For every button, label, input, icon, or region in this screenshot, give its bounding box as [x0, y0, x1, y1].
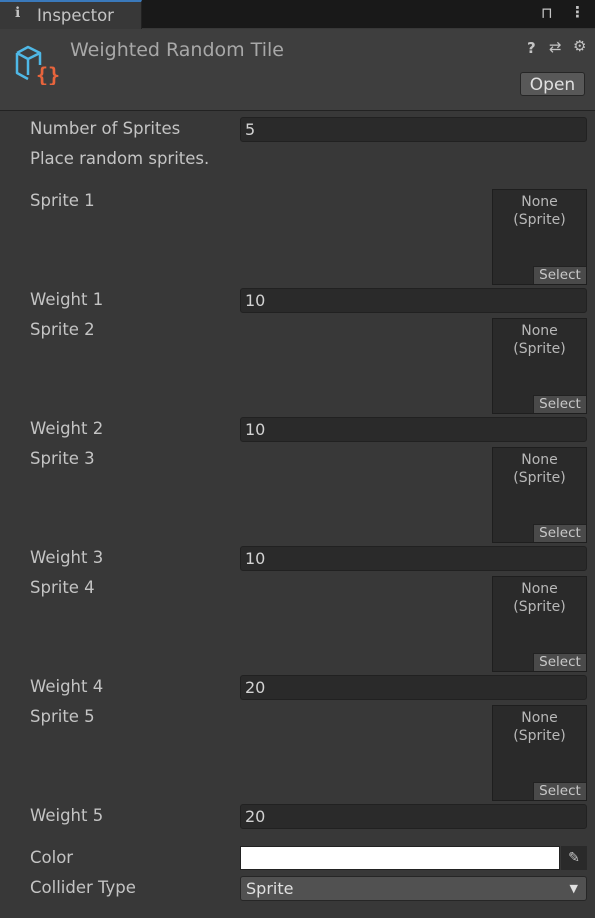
collider-type-value: Sprite: [246, 879, 294, 898]
select-button[interactable]: Select: [533, 653, 586, 671]
gear-icon[interactable]: ⚙: [573, 37, 586, 55]
weight-label: Weight 2: [30, 419, 104, 438]
object-type: (Sprite): [513, 341, 566, 357]
weight-input[interactable]: 20: [240, 804, 587, 829]
sprite-object-field[interactable]: None (Sprite) Select: [492, 705, 587, 801]
tab-label: Inspector: [37, 6, 114, 25]
chevron-down-icon: ▼: [569, 882, 578, 895]
lock-icon[interactable]: ⊓: [541, 4, 553, 22]
weight-input[interactable]: 10: [240, 546, 587, 571]
inspector-header: {} Weighted Random Tile ? ⇄ ⚙ Open: [0, 29, 595, 111]
weight-label: Weight 4: [30, 677, 104, 696]
color-field[interactable]: [240, 846, 560, 870]
sprite-object-field[interactable]: None (Sprite) Select: [492, 576, 587, 672]
sprite-object-field[interactable]: None (Sprite) Select: [492, 447, 587, 543]
sprite-label: Sprite 2: [30, 320, 95, 339]
sprite-label: Sprite 1: [30, 191, 95, 210]
sprite-object-field[interactable]: None (Sprite) Select: [492, 318, 587, 414]
object-name: None: [521, 452, 558, 468]
select-button[interactable]: Select: [533, 266, 586, 284]
weight-input[interactable]: 10: [240, 417, 587, 442]
presets-icon[interactable]: ⇄: [549, 38, 562, 56]
open-button[interactable]: Open: [520, 72, 585, 96]
tile-asset-icon: {}: [15, 45, 60, 85]
number-of-sprites-input[interactable]: 5: [240, 117, 587, 142]
select-button[interactable]: Select: [533, 782, 586, 800]
weight-label: Weight 5: [30, 806, 104, 825]
weight-input[interactable]: 10: [240, 288, 587, 313]
svg-text:{}: {}: [36, 63, 60, 85]
number-of-sprites-label: Number of Sprites: [30, 119, 181, 138]
help-text: Place random sprites.: [30, 149, 210, 168]
object-type: (Sprite): [513, 728, 566, 744]
sprite-label: Sprite 5: [30, 707, 95, 726]
sprite-object-field[interactable]: None (Sprite) Select: [492, 189, 587, 285]
tab-inspector[interactable]: ℹ Inspector: [0, 0, 142, 29]
object-type: (Sprite): [513, 599, 566, 615]
more-menu-icon[interactable]: ⋮: [570, 3, 585, 21]
help-icon[interactable]: ?: [527, 39, 536, 57]
object-name: None: [521, 194, 558, 210]
weight-input[interactable]: 20: [240, 675, 587, 700]
object-name: None: [521, 323, 558, 339]
object-name: None: [521, 581, 558, 597]
object-type: (Sprite): [513, 470, 566, 486]
select-button[interactable]: Select: [533, 395, 586, 413]
eyedropper-icon[interactable]: ✎: [561, 846, 587, 870]
weight-label: Weight 3: [30, 548, 104, 567]
info-icon: ℹ: [15, 5, 21, 21]
asset-title: Weighted Random Tile: [70, 39, 284, 61]
collider-type-label: Collider Type: [30, 878, 136, 897]
collider-type-dropdown[interactable]: Sprite ▼: [240, 876, 587, 901]
sprite-label: Sprite 3: [30, 449, 95, 468]
sprite-label: Sprite 4: [30, 578, 95, 597]
object-name: None: [521, 710, 558, 726]
color-label: Color: [30, 848, 74, 867]
weight-label: Weight 1: [30, 290, 104, 309]
select-button[interactable]: Select: [533, 524, 586, 542]
object-type: (Sprite): [513, 212, 566, 228]
